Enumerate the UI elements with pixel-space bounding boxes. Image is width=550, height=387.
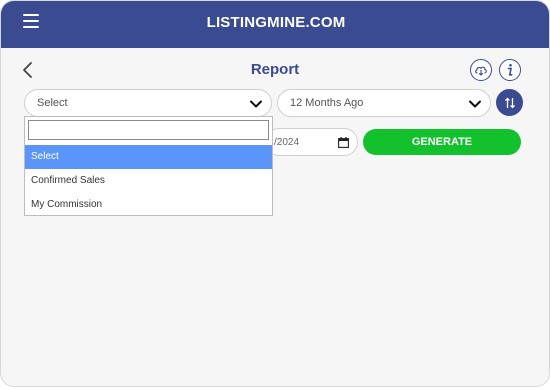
generate-button[interactable]: GENERATE [363, 129, 521, 155]
calendar-icon[interactable] [338, 137, 349, 148]
period-select[interactable]: 12 Months Ago [277, 89, 491, 117]
date-input[interactable]: /2024 [265, 128, 358, 156]
dropdown-option-my-commission[interactable]: My Commission [25, 193, 272, 217]
cloud-download-icon [475, 66, 487, 76]
info-button[interactable] [499, 59, 521, 81]
download-button[interactable] [470, 59, 492, 81]
brand-title: LISTINGMINE.COM [206, 14, 346, 31]
dropdown-option-select[interactable]: Select [25, 145, 272, 169]
sort-icon [504, 97, 515, 108]
chevron-down-icon [250, 100, 262, 108]
report-type-select[interactable]: Select [24, 89, 272, 117]
chevron-down-icon [469, 100, 481, 108]
period-value: 12 Months Ago [290, 97, 364, 109]
top-bar: LISTINGMINE.COM [1, 1, 549, 48]
dropdown-option-confirmed-sales[interactable]: Confirmed Sales [25, 169, 272, 193]
sort-button[interactable] [496, 89, 523, 116]
app-window: LISTINGMINE.COM Report Select 12 Months … [0, 0, 550, 387]
page-title: Report [250, 61, 300, 78]
report-type-value: Select [37, 97, 68, 109]
info-icon [507, 64, 513, 76]
dropdown-search-input[interactable] [28, 120, 269, 140]
report-type-dropdown: Select Confirmed Sales My Commission [24, 116, 273, 216]
date-value: /2024 [274, 137, 300, 148]
